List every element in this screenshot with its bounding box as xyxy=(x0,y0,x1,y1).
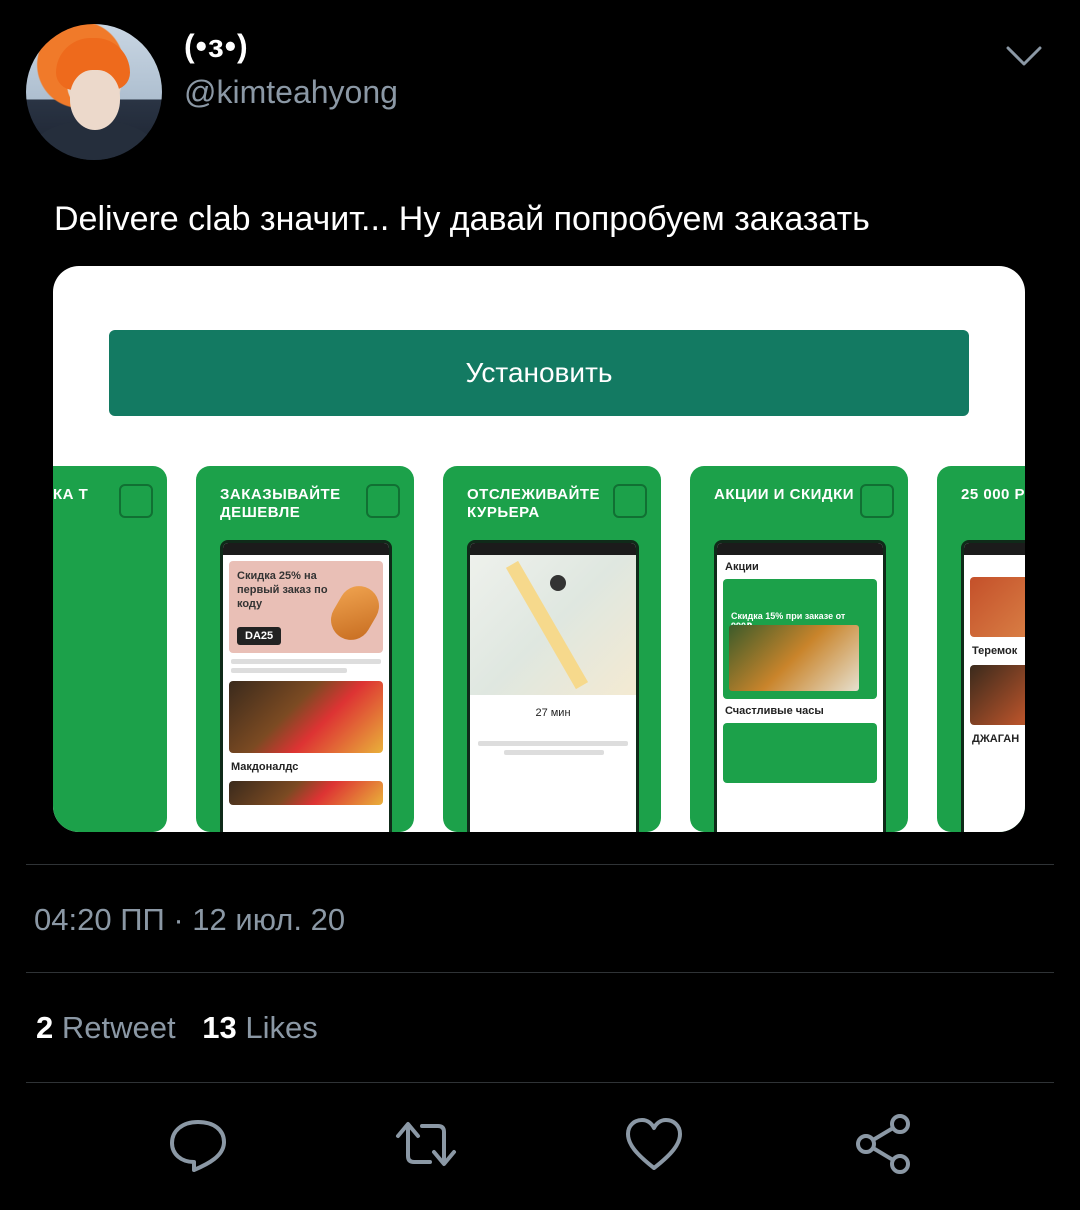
map-pin-icon xyxy=(550,575,566,591)
crown-icon xyxy=(366,484,400,518)
phone-mock: Теремок ДЖАГАН xyxy=(961,540,1025,832)
offer-card: Скидка 15% при заказе от 990₽ xyxy=(723,579,877,699)
promo-banner: Скидка 25% на первый заказ по коду DA25 xyxy=(229,561,387,653)
tweet-text: Delivere clab значит... Ну давай попробу… xyxy=(54,200,870,238)
promo-code: DA25 xyxy=(237,627,282,645)
screen-header: Акции xyxy=(725,561,759,573)
tweet-timestamp: 04:20 ПП · 12 июл. 20 xyxy=(34,902,346,937)
food-photo xyxy=(229,681,383,753)
retweets-count: 2 xyxy=(36,1010,54,1045)
avatar[interactable] xyxy=(26,24,162,160)
likes-count: 13 xyxy=(202,1010,237,1045)
screenshot-card: 25 000 РЕСТО Теремок ДЖАГАН xyxy=(937,466,1025,832)
restaurant-name: ДЖАГАН xyxy=(972,733,1020,745)
food-photo xyxy=(729,625,859,691)
screenshot-title: 25 000 РЕСТО xyxy=(961,486,1025,503)
user-handle[interactable]: @kimteahyong xyxy=(184,74,398,111)
divider xyxy=(26,864,1054,865)
screenshot-card: КА Т xyxy=(53,466,167,832)
display-name[interactable]: (•з•) xyxy=(184,28,249,65)
screenshot-card: АКЦИИ И СКИДКИ Акции Скидка 15% при зака… xyxy=(690,466,908,832)
chevron-down-icon[interactable] xyxy=(1004,40,1044,70)
bread-illustration xyxy=(323,578,387,648)
retweet-icon[interactable] xyxy=(394,1112,458,1176)
screenshot-title: АКЦИИ И СКИДКИ xyxy=(714,486,855,503)
screenshot-carousel: КА Т ЗАКАЗЫВАЙТЕ ДЕШЕВЛЕ Скидка 25% на п… xyxy=(53,466,1025,832)
section-title: Счастливые часы xyxy=(725,705,824,717)
screenshot-title: ЗАКАЗЫВАЙТЕ ДЕШЕВЛЕ xyxy=(220,486,341,521)
tweet-stats: 2 Retweet 13 Likes xyxy=(36,1010,318,1046)
map xyxy=(470,555,636,695)
likes-label: Likes xyxy=(245,1010,318,1045)
cart-icon xyxy=(119,484,153,518)
reply-icon[interactable] xyxy=(166,1112,230,1176)
share-icon[interactable] xyxy=(852,1112,916,1176)
retweets-stat[interactable]: 2 Retweet xyxy=(36,1010,176,1045)
screenshot-title: ОТСЛЕЖИВАЙТЕ КУРЬЕРА xyxy=(467,486,601,521)
phone-mock: 27 мин xyxy=(467,540,639,832)
truck-icon xyxy=(860,484,894,518)
divider xyxy=(26,1082,1054,1083)
screenshot-card: ЗАКАЗЫВАЙТЕ ДЕШЕВЛЕ Скидка 25% на первый… xyxy=(196,466,414,832)
action-bar xyxy=(0,1112,1080,1182)
promo-text: Скидка 25% на первый заказ по коду xyxy=(237,570,328,610)
eta-value: 27 мин xyxy=(535,707,571,719)
restaurant-name: Теремок xyxy=(972,645,1018,657)
restaurant-name: Макдоналдс xyxy=(231,761,299,773)
phone-mock: Акции Скидка 15% при заказе от 990₽ Счас… xyxy=(714,540,886,832)
courier-icon xyxy=(613,484,647,518)
heart-icon[interactable] xyxy=(622,1112,686,1176)
retweets-label: Retweet xyxy=(61,1010,176,1045)
screenshot-card: ОТСЛЕЖИВАЙТЕ КУРЬЕРА 27 мин xyxy=(443,466,661,832)
tweet-media[interactable]: Установить КА Т ЗАКАЗЫВАЙТЕ ДЕШЕВЛЕ Скид… xyxy=(53,266,1025,832)
avatar-face xyxy=(70,70,120,130)
phone-mock: Скидка 25% на первый заказ по коду DA25 … xyxy=(220,540,392,832)
likes-stat[interactable]: 13 Likes xyxy=(202,1010,317,1045)
install-button: Установить xyxy=(109,330,969,416)
divider xyxy=(26,972,1054,973)
